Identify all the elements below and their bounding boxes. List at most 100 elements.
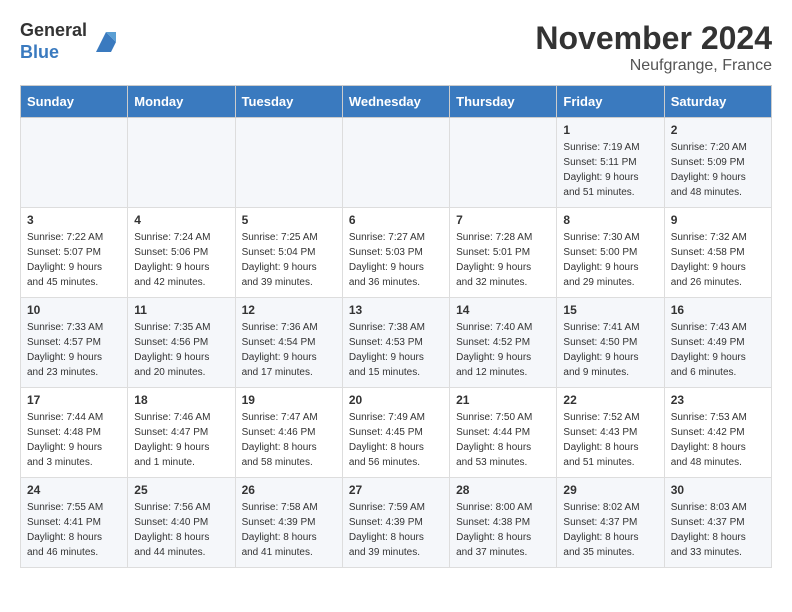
day-info: Sunrise: 7:53 AMSunset: 4:42 PMDaylight:… — [671, 410, 765, 470]
day-info: Sunrise: 7:56 AMSunset: 4:40 PMDaylight:… — [134, 500, 228, 560]
day-info: Sunrise: 7:30 AMSunset: 5:00 PMDaylight:… — [563, 230, 657, 290]
calendar-cell: 3Sunrise: 7:22 AMSunset: 5:07 PMDaylight… — [21, 208, 128, 298]
calendar-cell: 1 Sunrise: 7:19 AMSunset: 5:11 PMDaylight… — [557, 118, 664, 208]
calendar-cell — [235, 118, 342, 208]
calendar-cell: 8 Sunrise: 7:30 AMSunset: 5:00 PMDaylight… — [557, 208, 664, 298]
calendar-cell: 21Sunrise: 7:50 AMSunset: 4:44 PMDayligh… — [450, 388, 557, 478]
day-number: 14 — [456, 303, 550, 317]
calendar-cell: 14 Sunrise: 7:40 AMSunset: 4:52 PMDayligh… — [450, 298, 557, 388]
day-info: Sunrise: 7:22 AMSunset: 5:07 PMDaylight:… — [27, 230, 121, 290]
logo-general: General — [20, 20, 87, 40]
col-header-monday: Monday — [128, 86, 235, 118]
day-info: Sunrise: 7:43 AMSunset: 4:49 PMDaylight:… — [671, 320, 765, 380]
day-info: Sunrise: 7:49 AMSunset: 4:45 PMDaylight:… — [349, 410, 443, 470]
day-info: Sunrise: 7:32 AMSunset: 4:58 PMDaylight:… — [671, 230, 765, 290]
calendar-cell: 29 Sunrise: 8:02 AMSunset: 4:37 PMDayligh… — [557, 478, 664, 568]
day-number: 29 — [563, 483, 657, 497]
calendar-cell: 26 Sunrise: 7:58 AMSunset: 4:39 PMDayligh… — [235, 478, 342, 568]
day-number: 15 — [563, 303, 657, 317]
calendar-cell: 30Sunrise: 8:03 AMSunset: 4:37 PMDayligh… — [664, 478, 771, 568]
calendar-cell: 18Sunrise: 7:46 AMSunset: 4:47 PMDayligh… — [128, 388, 235, 478]
calendar-cell: 12 Sunrise: 7:36 AMSunset: 4:54 PMDayligh… — [235, 298, 342, 388]
col-header-saturday: Saturday — [664, 86, 771, 118]
calendar-cell: 6 Sunrise: 7:27 AMSunset: 5:03 PMDaylight… — [342, 208, 449, 298]
day-info: Sunrise: 7:46 AMSunset: 4:47 PMDaylight:… — [134, 410, 228, 470]
calendar-cell: 24 Sunrise: 7:55 AMSunset: 4:41 PMDayligh… — [21, 478, 128, 568]
day-info: Sunrise: 7:36 AMSunset: 4:54 PMDaylight:… — [242, 320, 336, 380]
day-info: Sunrise: 8:02 AMSunset: 4:37 PMDaylight:… — [563, 500, 657, 560]
day-info: Sunrise: 7:28 AMSunset: 5:01 PMDaylight:… — [456, 230, 550, 290]
calendar-cell: 17Sunrise: 7:44 AMSunset: 4:48 PMDayligh… — [21, 388, 128, 478]
calendar-cell: 20Sunrise: 7:49 AMSunset: 4:45 PMDayligh… — [342, 388, 449, 478]
day-number: 9 — [671, 213, 765, 227]
calendar-cell: 19 Sunrise: 7:47 AMSunset: 4:46 PMDayligh… — [235, 388, 342, 478]
day-number: 8 — [563, 213, 657, 227]
col-header-sunday: Sunday — [21, 86, 128, 118]
title-block: November 2024 Neufgrange, France — [535, 20, 772, 75]
day-info: Sunrise: 7:24 AMSunset: 5:06 PMDaylight:… — [134, 230, 228, 290]
calendar-cell: 11 Sunrise: 7:35 AMSunset: 4:56 PMDayligh… — [128, 298, 235, 388]
day-number: 28 — [456, 483, 550, 497]
col-header-friday: Friday — [557, 86, 664, 118]
day-info: Sunrise: 7:40 AMSunset: 4:52 PMDaylight:… — [456, 320, 550, 380]
logo-icon — [91, 27, 121, 57]
day-info: Sunrise: 8:00 AMSunset: 4:38 PMDaylight:… — [456, 500, 550, 560]
day-info: Sunrise: 7:38 AMSunset: 4:53 PMDaylight:… — [349, 320, 443, 380]
day-info: Sunrise: 7:52 AMSunset: 4:43 PMDaylight:… — [563, 410, 657, 470]
calendar-cell: 15 Sunrise: 7:41 AMSunset: 4:50 PMDayligh… — [557, 298, 664, 388]
day-number: 19 — [242, 393, 336, 407]
calendar-cell: 2 Sunrise: 7:20 AMSunset: 5:09 PMDaylight… — [664, 118, 771, 208]
week-row-4: 17Sunrise: 7:44 AMSunset: 4:48 PMDayligh… — [21, 388, 772, 478]
calendar-cell: 5Sunrise: 7:25 AMSunset: 5:04 PMDaylight… — [235, 208, 342, 298]
day-info: Sunrise: 7:59 AMSunset: 4:39 PMDaylight:… — [349, 500, 443, 560]
day-info: Sunrise: 8:03 AMSunset: 4:37 PMDaylight:… — [671, 500, 765, 560]
day-number: 2 — [671, 123, 765, 137]
week-row-1: 1 Sunrise: 7:19 AMSunset: 5:11 PMDaylight… — [21, 118, 772, 208]
week-row-2: 3Sunrise: 7:22 AMSunset: 5:07 PMDaylight… — [21, 208, 772, 298]
day-info: Sunrise: 7:33 AMSunset: 4:57 PMDaylight:… — [27, 320, 121, 380]
day-number: 4 — [134, 213, 228, 227]
day-number: 11 — [134, 303, 228, 317]
day-number: 7 — [456, 213, 550, 227]
day-number: 16 — [671, 303, 765, 317]
calendar-cell: 16 Sunrise: 7:43 AMSunset: 4:49 PMDayligh… — [664, 298, 771, 388]
page-header: General Blue November 2024 Neufgrange, F… — [20, 20, 772, 75]
week-row-3: 10Sunrise: 7:33 AMSunset: 4:57 PMDayligh… — [21, 298, 772, 388]
day-info: Sunrise: 7:20 AMSunset: 5:09 PMDaylight:… — [671, 140, 765, 200]
day-number: 17 — [27, 393, 121, 407]
calendar-cell: 22 Sunrise: 7:52 AMSunset: 4:43 PMDayligh… — [557, 388, 664, 478]
calendar-cell: 9 Sunrise: 7:32 AMSunset: 4:58 PMDaylight… — [664, 208, 771, 298]
logo: General Blue — [20, 20, 121, 63]
col-header-wednesday: Wednesday — [342, 86, 449, 118]
day-number: 24 — [27, 483, 121, 497]
day-info: Sunrise: 7:55 AMSunset: 4:41 PMDaylight:… — [27, 500, 121, 560]
day-number: 1 — [563, 123, 657, 137]
calendar-cell: 25Sunrise: 7:56 AMSunset: 4:40 PMDayligh… — [128, 478, 235, 568]
calendar-cell: 23 Sunrise: 7:53 AMSunset: 4:42 PMDayligh… — [664, 388, 771, 478]
day-info: Sunrise: 7:47 AMSunset: 4:46 PMDaylight:… — [242, 410, 336, 470]
day-number: 6 — [349, 213, 443, 227]
calendar-cell — [21, 118, 128, 208]
day-info: Sunrise: 7:19 AMSunset: 5:11 PMDaylight:… — [563, 140, 657, 200]
calendar-cell — [450, 118, 557, 208]
day-info: Sunrise: 7:35 AMSunset: 4:56 PMDaylight:… — [134, 320, 228, 380]
day-info: Sunrise: 7:27 AMSunset: 5:03 PMDaylight:… — [349, 230, 443, 290]
day-number: 12 — [242, 303, 336, 317]
calendar-cell — [342, 118, 449, 208]
col-header-thursday: Thursday — [450, 86, 557, 118]
calendar-cell: 27 Sunrise: 7:59 AMSunset: 4:39 PMDayligh… — [342, 478, 449, 568]
logo-blue: Blue — [20, 42, 59, 62]
day-number: 23 — [671, 393, 765, 407]
week-row-5: 24 Sunrise: 7:55 AMSunset: 4:41 PMDayligh… — [21, 478, 772, 568]
day-number: 26 — [242, 483, 336, 497]
day-info: Sunrise: 7:41 AMSunset: 4:50 PMDaylight:… — [563, 320, 657, 380]
day-number: 22 — [563, 393, 657, 407]
day-info: Sunrise: 7:25 AMSunset: 5:04 PMDaylight:… — [242, 230, 336, 290]
day-info: Sunrise: 7:58 AMSunset: 4:39 PMDaylight:… — [242, 500, 336, 560]
calendar-cell: 4 Sunrise: 7:24 AMSunset: 5:06 PMDaylight… — [128, 208, 235, 298]
location: Neufgrange, France — [535, 57, 772, 75]
day-number: 27 — [349, 483, 443, 497]
month-title: November 2024 — [535, 20, 772, 57]
calendar-cell — [128, 118, 235, 208]
col-header-tuesday: Tuesday — [235, 86, 342, 118]
